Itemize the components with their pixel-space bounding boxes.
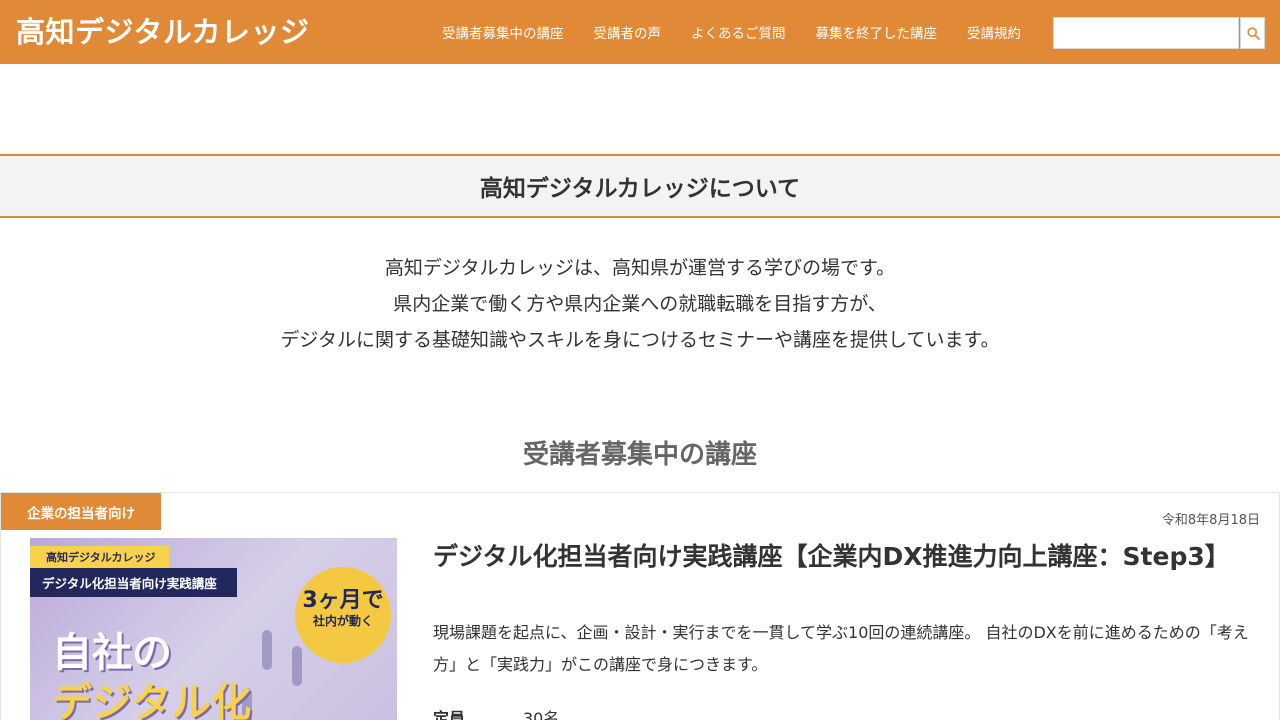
course-card[interactable]: 企業の担当者向け 令和8年8月18日 高知デジタルカレッジ デジタル化担当者向け…: [0, 492, 1280, 720]
course-capacity-value: 30名: [523, 709, 560, 720]
circle-badge-sub: 社内が動く: [312, 614, 373, 628]
about-title: 高知デジタルカレッジについて: [479, 176, 801, 202]
about-heading-bar: 高知デジタルカレッジについて: [0, 154, 1280, 218]
search-input[interactable]: [1053, 17, 1239, 49]
thumbnail-circle-badge: 3ヶ月で 社内が動く: [295, 567, 391, 663]
nav-item-faq[interactable]: よくあるご質問: [691, 22, 786, 42]
nav-item-voices[interactable]: 受講者の声: [594, 22, 662, 42]
person-figure-icon: [292, 646, 302, 686]
course-category-badge: 企業の担当者向け: [1, 493, 161, 530]
intro-line: 高知デジタルカレッジは、高知県が運営する学びの場です。: [384, 257, 896, 279]
nav-item-terms[interactable]: 受講規約: [967, 22, 1021, 42]
main-nav: 受講者募集中の講座 受講者の声 よくあるご質問 募集を終了した講座 受講規約: [442, 0, 1021, 64]
intro-line: 県内企業で働く方や県内企業への就職転職を目指す方が、: [393, 293, 887, 315]
course-capacity-label: 定員: [433, 709, 466, 720]
search-icon: [1247, 27, 1260, 40]
course-title[interactable]: デジタル化担当者向け実践講座【企業内DX推進力向上講座：Step3】: [433, 539, 1233, 575]
course-description: 現場課題を起点に、企画・設計・実行までを一貫して学ぶ10回の連続講座。 自社のD…: [433, 623, 1249, 674]
course-date: 令和8年8月18日: [1161, 513, 1260, 528]
nav-item-closed-courses[interactable]: 募集を終了した講座: [816, 22, 938, 42]
site-header: 高知デジタルカレッジ 受講者募集中の講座 受講者の声 よくあるご質問 募集を終了…: [0, 0, 1280, 64]
site-logo[interactable]: 高知デジタルカレッジ: [16, 12, 310, 52]
course-meta-row: 定員 30名: [433, 705, 559, 720]
nav-item-open-courses[interactable]: 受講者募集中の講座: [442, 22, 564, 42]
person-figure-icon: [262, 630, 272, 670]
intro-line: デジタルに関する基礎知識やスキルを身につけるセミナーや講座を提供しています。: [280, 329, 1000, 351]
course-thumbnail[interactable]: 高知デジタルカレッジ デジタル化担当者向け実践講座 3ヶ月で 社内が動く 自社の…: [30, 538, 397, 720]
thumbnail-course-label: デジタル化担当者向け実践講座: [30, 568, 237, 597]
search-button[interactable]: [1240, 17, 1265, 49]
thumbnail-headline-2: デジタル化: [52, 680, 252, 720]
circle-badge-main: 3ヶ月で: [302, 588, 384, 613]
section-title-open-courses: 受講者募集中の講座: [522, 440, 757, 470]
thumbnail-brand-label: 高知デジタルカレッジ: [30, 546, 170, 568]
about-intro: 高知デジタルカレッジは、高知県が運営する学びの場です。 県内企業で働く方や県内企…: [0, 250, 1280, 358]
